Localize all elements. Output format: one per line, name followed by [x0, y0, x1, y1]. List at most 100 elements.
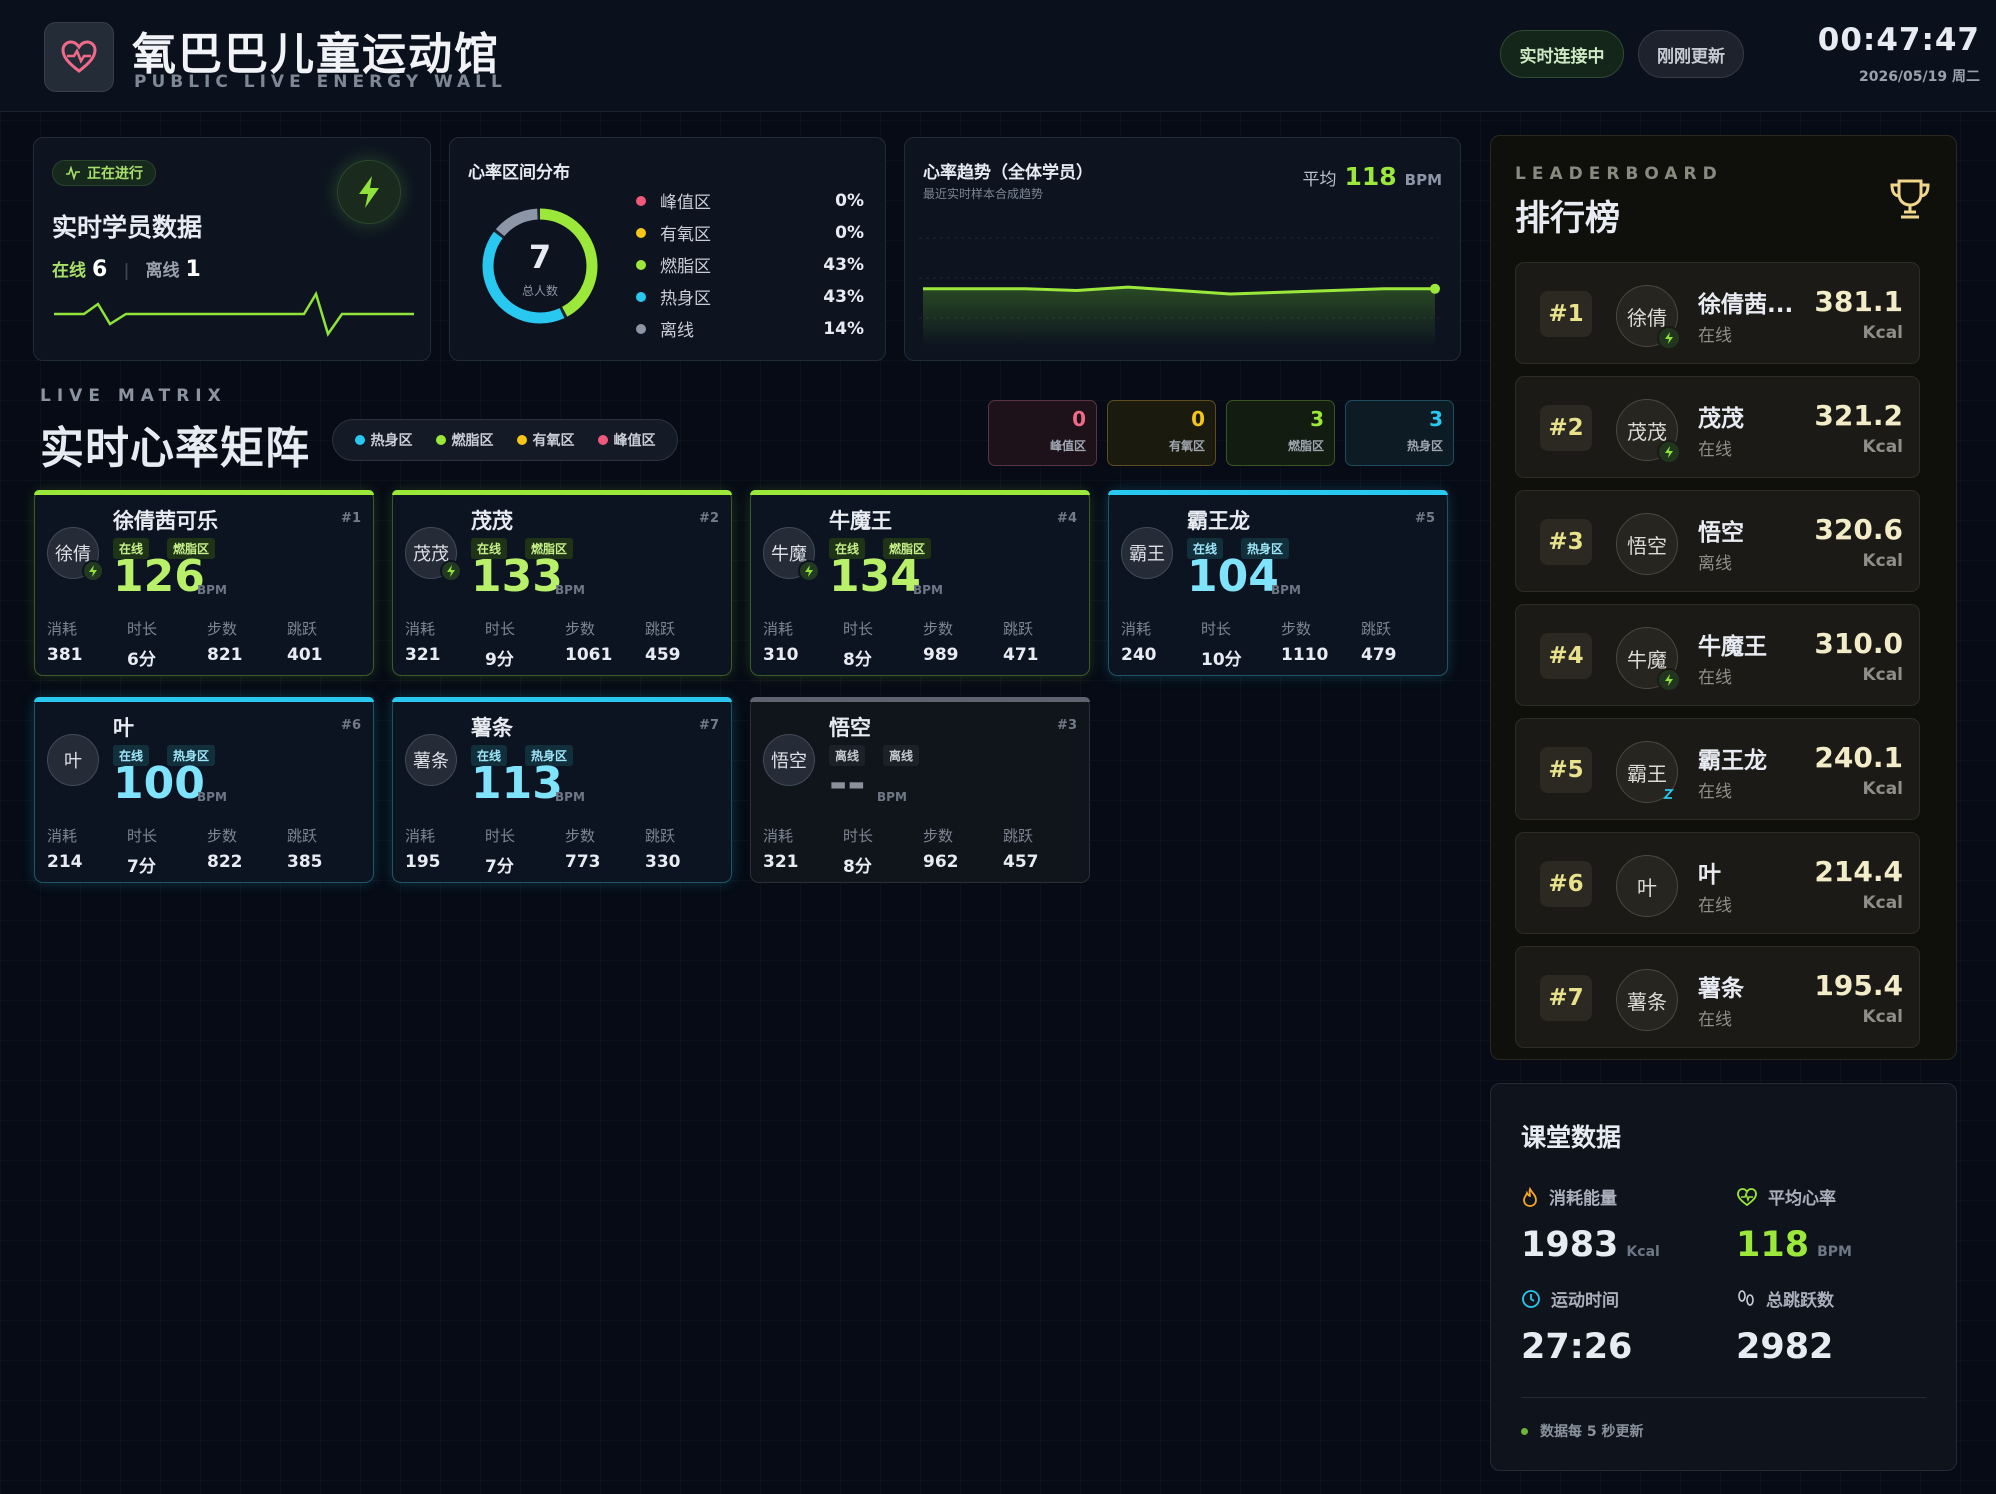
avatar: 牛魔 — [1616, 627, 1681, 692]
student-card[interactable]: 牛魔 牛魔王 #4 在线 燃脂区 134 BPM 消耗 310 时长 8分 步数 989 跳跃 471 — [750, 490, 1090, 676]
stat-label: 步数 — [1281, 620, 1312, 638]
avg-value: 118 — [1344, 162, 1397, 191]
zone-color-bar — [750, 697, 1090, 702]
stat-label: 跳跃 — [287, 827, 318, 845]
card-stat: 跳跃 459 — [645, 618, 715, 665]
rank-badge: #6 — [1540, 861, 1592, 907]
student-status: 在线 — [1698, 668, 1732, 688]
student-card[interactable]: 叶叶 #6 在线 热身区 100 BPM 消耗 214 时长 7分 步数 822 跳跃 385 — [34, 697, 374, 883]
student-name: 霸王龙 — [1187, 509, 1250, 533]
heartbeat-line — [54, 290, 414, 337]
update-footer: 数据每 5 秒更新 — [1521, 1421, 1644, 1441]
legend-label: 峰值区 — [613, 433, 656, 449]
avatar-initials: 霸王 — [1627, 761, 1667, 786]
card-stat: 消耗 321 — [763, 825, 833, 872]
live-panel-title: 实时学员数据 — [52, 213, 203, 242]
total-count: 7 — [528, 238, 552, 276]
rank-badge: #2 — [1540, 405, 1592, 451]
leaderboard-row[interactable]: #3 悟空 悟空 离线 320.6 Kcal — [1515, 490, 1920, 592]
card-stat: 时长 8分 — [843, 618, 913, 670]
card-stat: 跳跃 385 — [287, 825, 357, 872]
student-name: 薯条 — [1698, 976, 1744, 1002]
kcal-unit: Kcal — [1862, 551, 1903, 571]
online-label: 在线 — [52, 261, 86, 281]
avatar: 霸王 — [1121, 527, 1173, 579]
student-name: 牛魔王 — [829, 509, 892, 533]
card-stat: 步数 1061 — [565, 618, 635, 665]
rank-badge: #1 — [1540, 291, 1592, 337]
heart-pulse-icon — [44, 22, 114, 92]
student-status: 在线 — [1698, 782, 1732, 802]
stat-value: 321 — [763, 852, 799, 872]
stat-value: 773 — [565, 852, 601, 872]
trend-point — [1430, 283, 1440, 294]
avatar: 徐倩 — [1616, 285, 1681, 350]
stat-value: 822 — [207, 852, 243, 872]
stat-label: 消耗 — [47, 827, 78, 845]
student-card[interactable]: 悟空 悟空 #3 离线 离线 -- BPM 消耗 321 时长 8分 步数 962 跳跃 457 — [750, 697, 1090, 883]
student-name: 徐倩茜... — [1698, 292, 1794, 318]
legend-item: 有氧区 — [516, 430, 575, 450]
avatar-initials: 薯条 — [1627, 989, 1667, 1014]
leaderboard-row[interactable]: #4 牛魔 牛魔王 在线 310.0 Kcal — [1515, 604, 1920, 706]
avg-hr-label: 平均心率 — [1768, 1189, 1836, 1209]
time-value: 27:26 — [1521, 1327, 1633, 1367]
card-stat: 时长 8分 — [843, 825, 913, 877]
stat-value: 459 — [645, 645, 681, 665]
energy-value: 1983 — [1521, 1225, 1619, 1265]
avg-hr-unit: BPM — [1817, 1244, 1852, 1260]
stat-label: 消耗 — [763, 620, 794, 638]
exercise-time-stat: 运动时间 27:26 — [1521, 1286, 1632, 1367]
avatar: 牛魔 — [763, 527, 820, 582]
zone-color-bar — [1108, 490, 1448, 495]
stat-value: 471 — [1003, 645, 1039, 665]
student-card[interactable]: 霸王 霸王龙 #5 在线 热身区 104 BPM 消耗 240 时长 10分 步数 1110 跳跃 479 — [1108, 490, 1448, 676]
bpm-value: -- — [829, 758, 866, 809]
zone-row: 热身区 43% — [636, 284, 864, 309]
rank-badge: #5 — [1540, 747, 1592, 793]
stat-value: 989 — [923, 645, 959, 665]
kcal-unit: Kcal — [1862, 665, 1903, 685]
bpm-value: 104 — [1187, 551, 1279, 602]
online-count: 6 — [92, 257, 108, 282]
stat-label: 步数 — [923, 827, 954, 845]
student-name: 叶 — [113, 716, 134, 740]
leaderboard-row[interactable]: #1 徐倩 徐倩茜... 在线 381.1 Kcal — [1515, 262, 1920, 364]
heart-rate-trend-panel: 心率趋势（全体学员） 最近实时样本合成趋势 平均 118 BPM — [904, 137, 1461, 361]
student-status: 在线 — [1698, 440, 1732, 460]
bolt-icon — [1657, 440, 1681, 464]
stat-label: 消耗 — [405, 620, 436, 638]
avatar-initials: 牛魔 — [1627, 647, 1667, 672]
live-students-panel: 正在进行 实时学员数据 在线 6 | 离线 1 — [33, 137, 431, 361]
avatar: 叶 — [47, 734, 99, 786]
legend-dot — [516, 435, 527, 445]
avatar-initials: 悟空 — [771, 751, 807, 772]
leaderboard-row[interactable]: #6 叶叶在线 214.4 Kcal — [1515, 832, 1920, 934]
sleep-icon — [1657, 782, 1681, 806]
kcal-value: 381.1 — [1814, 285, 1903, 318]
leaderboard-row[interactable]: #2 茂茂 茂茂 在线 321.2 Kcal — [1515, 376, 1920, 478]
card-stat: 步数 822 — [207, 825, 277, 872]
kcal-value: 240.1 — [1814, 741, 1903, 774]
stat-value: 1061 — [565, 645, 613, 665]
stat-value: 457 — [1003, 852, 1039, 872]
time-label: 运动时间 — [1551, 1291, 1619, 1311]
legend-item: 热身区 — [354, 430, 413, 450]
stat-value: 330 — [645, 852, 681, 872]
trend-area — [923, 287, 1435, 346]
student-card[interactable]: 薯条 薯条 #7 在线 热身区 113 BPM 消耗 195 时长 7分 步数 773 跳跃 330 — [392, 697, 732, 883]
bpm-value: 100 — [113, 758, 205, 809]
student-card[interactable]: 茂茂 茂茂 #2 在线 燃脂区 133 BPM 消耗 321 时长 9分 步数 1061 跳跃 459 — [392, 490, 732, 676]
leaderboard-row[interactable]: #5 霸王 霸王龙 在线 240.1 Kcal — [1515, 718, 1920, 820]
legend-label: 有氧区 — [532, 433, 575, 449]
matrix-caption: LIVE MATRIX — [40, 386, 227, 406]
student-name: 薯条 — [471, 716, 513, 740]
student-number: #5 — [1415, 511, 1435, 526]
card-stat: 步数 821 — [207, 618, 277, 665]
stat-label: 时长 — [485, 827, 516, 845]
leaderboard-title: 排行榜 — [1515, 199, 1621, 239]
kcal-unit: Kcal — [1862, 323, 1903, 343]
student-card[interactable]: 徐倩 徐倩茜可乐 #1 在线 燃脂区 126 BPM 消耗 381 时长 6分 步数 821 跳跃 401 — [34, 490, 374, 676]
leaderboard-row[interactable]: #7 薯条 薯条 在线 195.4 Kcal — [1515, 946, 1920, 1048]
bpm-unit: BPM — [1271, 583, 1301, 597]
